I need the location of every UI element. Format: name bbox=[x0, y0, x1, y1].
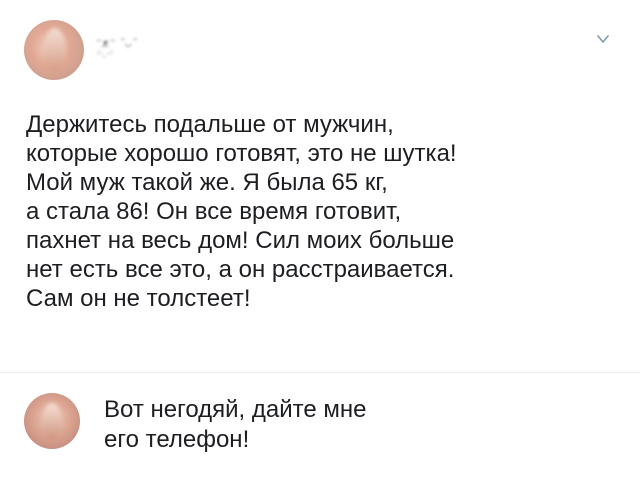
author-handle[interactable]: ꜝ˘ᵕ˘ꜝ bbox=[96, 52, 112, 63]
avatar-image bbox=[44, 28, 66, 72]
reply-text: Вот негодяй, дайте мне его телефон! bbox=[104, 396, 367, 453]
original-post: ᵔᴥᵔ ˘ᴗ˘ ꜝ˘ᵕ˘ꜝ Держитесь подальше от мужч… bbox=[0, 0, 640, 372]
avatar-image bbox=[42, 403, 62, 441]
author-avatar[interactable] bbox=[24, 20, 84, 80]
reply-avatar[interactable] bbox=[24, 393, 80, 449]
reply-comment: Вот негодяй, дайте мне его телефон! bbox=[0, 373, 640, 487]
chevron-down-icon[interactable] bbox=[596, 32, 610, 46]
author-name[interactable]: ᵔᴥᵔ ˘ᴗ˘ bbox=[96, 36, 138, 50]
post-text: Держитесь подальше от мужчин, которые хо… bbox=[26, 111, 457, 312]
